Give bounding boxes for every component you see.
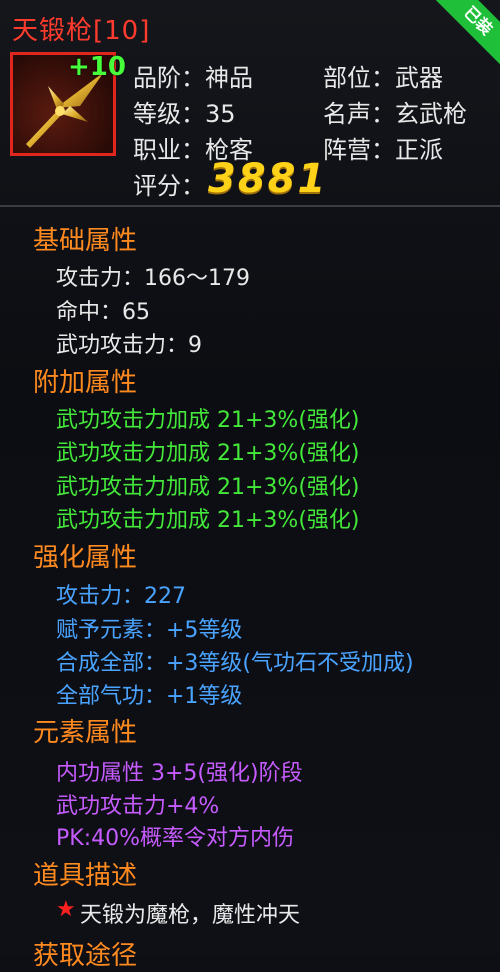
basic-attributes-title: 基础属性	[33, 226, 138, 256]
extra-attr-line: 武功攻击力加成 21+3%(强化)	[56, 441, 360, 466]
faction-text: 阵营：正派	[323, 136, 443, 164]
enhance-attr-line: 赋予元素：+5等级	[56, 618, 243, 643]
grade-text: 品阶：神品	[133, 64, 253, 92]
extra-attr-line: 武功攻击力加成 21+3%(强化)	[56, 408, 360, 433]
score-value: 3881	[208, 156, 328, 202]
description-text: 天锻为魔枪，魔性冲天	[80, 903, 301, 928]
element-attr-line: 内功属性 3+5(强化)阶段	[56, 761, 303, 786]
description-title: 道具描述	[33, 861, 138, 891]
basic-attr-line: 命中：65	[56, 300, 150, 325]
extra-attributes-title: 附加属性	[33, 368, 138, 398]
fame-text: 名声：玄武枪	[323, 100, 467, 128]
enhance-attr-line: 合成全部：+3等级(气功石不受加成)	[56, 651, 414, 676]
element-attributes-title: 元素属性	[33, 718, 138, 748]
slot-text: 部位：武器	[323, 64, 443, 92]
source-title: 获取途径	[33, 941, 138, 971]
element-attr-line: PK:40%概率令对方内伤	[56, 826, 295, 851]
header-divider	[0, 205, 500, 207]
level-text: 等级：35	[133, 100, 236, 128]
score-label: 评分：	[133, 172, 205, 200]
red-star-icon: ★	[56, 897, 76, 922]
enhance-level-badge: +10	[68, 52, 126, 82]
enhance-attributes-title: 强化属性	[33, 543, 138, 573]
enhance-attr-line: 攻击力：227	[56, 584, 186, 609]
extra-attr-line: 武功攻击力加成 21+3%(强化)	[56, 508, 360, 533]
basic-attr-line: 武功攻击力：9	[56, 333, 202, 358]
extra-attr-line: 武功攻击力加成 21+3%(强化)	[56, 475, 360, 500]
basic-attr-line: 攻击力：166～179	[56, 266, 250, 291]
element-attr-line: 武功攻击力+4%	[56, 794, 220, 819]
item-tooltip-panel: 已装 天锻枪[10] +10 品阶：神品 部位：武器 等级：35 名声：玄武枪 …	[0, 0, 500, 971]
item-name: 天锻枪[10]	[12, 16, 151, 46]
enhance-attr-line: 全部气功：+1等级	[56, 684, 243, 709]
